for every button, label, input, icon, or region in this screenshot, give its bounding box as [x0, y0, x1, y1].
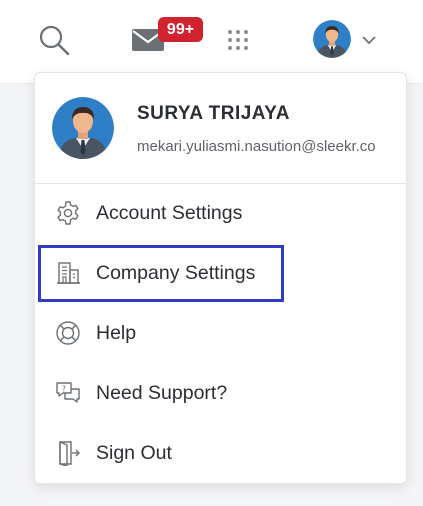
menu-item-label: Need Support? [96, 381, 228, 404]
account-dropdown-menu: SURYA TRIJAYA mekari.yuliasmi.nasution@s… [34, 72, 407, 484]
grid-dots-icon[interactable] [222, 24, 254, 56]
profile-avatar [52, 97, 114, 159]
menu-item-label: Sign Out [96, 441, 172, 464]
door-exit-icon [55, 440, 81, 466]
chevron-down-icon[interactable] [358, 30, 380, 50]
profile-summary: SURYA TRIJAYA mekari.yuliasmi.nasution@s… [35, 73, 406, 184]
mail-count-badge: 99+ [158, 17, 203, 42]
menu-item-need-support[interactable]: ? Need Support? [35, 365, 406, 421]
profile-name: SURYA TRIJAYA [137, 103, 290, 124]
gear-icon [55, 200, 81, 226]
menu-item-help[interactable]: Help [35, 305, 406, 361]
menu-item-label: Account Settings [96, 201, 243, 224]
highlight-box [38, 245, 284, 302]
search-icon[interactable] [34, 20, 74, 60]
svg-text:?: ? [62, 385, 66, 394]
menu-item-label: Help [96, 321, 137, 344]
profile-email: mekari.yuliasmi.nasution@sleekr.co [137, 138, 376, 155]
menu-item-account-settings[interactable]: Account Settings [35, 185, 406, 241]
lifebuoy-icon [55, 320, 81, 346]
avatar[interactable] [312, 19, 352, 59]
chat-question-icon: ? [55, 380, 81, 406]
menu-item-sign-out[interactable]: Sign Out [35, 425, 406, 481]
